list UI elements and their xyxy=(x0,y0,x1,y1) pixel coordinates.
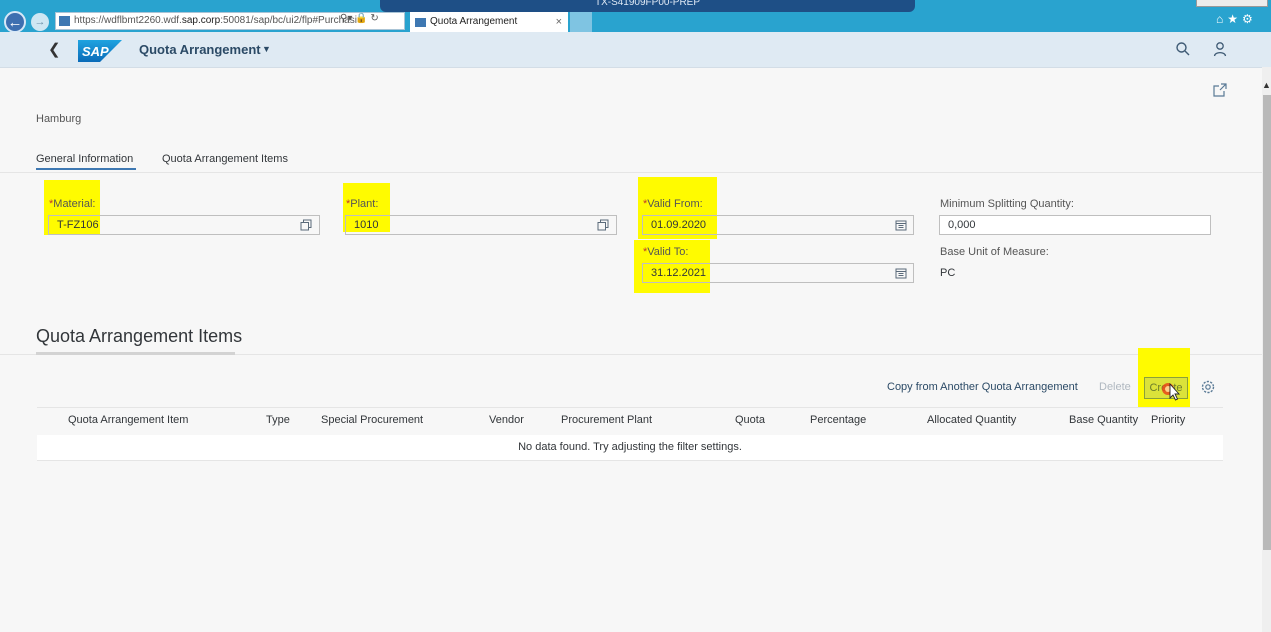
delete-button[interactable]: Delete xyxy=(1099,381,1131,393)
browser-right-icons[interactable]: ⌂★⚙ xyxy=(1216,12,1257,26)
table-settings-icon[interactable] xyxy=(1200,379,1216,395)
scroll-up-icon[interactable]: ▲ xyxy=(1262,80,1271,90)
favorites-star-icon[interactable]: ★ xyxy=(1227,12,1242,26)
tab-quota-arrangement-items[interactable]: Quota Arrangement Items xyxy=(162,153,288,165)
scrollbar-thumb[interactable] xyxy=(1263,95,1271,550)
calendar-icon[interactable] xyxy=(895,267,907,279)
column-header-quota[interactable]: Quota xyxy=(735,414,765,426)
url-domain: sap.corp xyxy=(181,15,221,26)
share-icon[interactable] xyxy=(1212,82,1228,98)
search-icon[interactable] xyxy=(1175,41,1191,57)
window-controls[interactable] xyxy=(1196,0,1268,7)
new-tab-button[interactable] xyxy=(570,12,592,32)
url-prefix: https://wdflbmt2260.wdf. xyxy=(74,15,182,26)
browser-tab-title: Quota Arrangement xyxy=(430,16,518,27)
url-suffix: :50081/sap/bc/ui2/flp#Purchasi xyxy=(220,15,357,26)
column-header-vendor[interactable]: Vendor xyxy=(489,414,524,426)
tab-favicon-icon xyxy=(415,18,426,27)
valid-to-datepicker[interactable]: 31.12.2021 xyxy=(642,263,914,283)
column-header-type[interactable]: Type xyxy=(266,414,290,426)
address-bar-icons[interactable]: ⚲▾ 🔒 ↻ xyxy=(340,13,379,24)
sap-logo-text: SAP xyxy=(82,44,109,59)
column-header-priority[interactable]: Priority xyxy=(1151,414,1185,426)
remote-session-banner: TX-S41909FP00-PREP xyxy=(380,0,915,12)
tab-close-icon[interactable]: × xyxy=(556,12,562,32)
chevron-down-icon[interactable]: ▼ xyxy=(262,44,271,54)
calendar-icon[interactable] xyxy=(895,219,907,231)
site-favicon-icon xyxy=(59,16,70,26)
valid-to-label: *Valid To: xyxy=(643,246,689,258)
section-title-underline xyxy=(36,352,235,355)
object-subtitle: Hamburg xyxy=(36,113,82,125)
valid-from-label-text: Valid From: xyxy=(647,198,703,210)
valid-to-value: 31.12.2021 xyxy=(651,267,707,279)
section-title: Quota Arrangement Items xyxy=(36,326,243,346)
column-header-quota-arrangement-item[interactable]: Quota Arrangement Item xyxy=(68,414,188,426)
plant-label: *Plant: xyxy=(346,198,379,210)
settings-gear-icon[interactable]: ⚙ xyxy=(1242,12,1257,26)
valid-from-label: *Valid From: xyxy=(643,198,703,210)
mouse-cursor-icon xyxy=(1162,382,1181,401)
material-input[interactable]: T-FZ106 xyxy=(48,215,320,235)
value-help-icon[interactable] xyxy=(300,219,312,231)
column-header-allocated-quantity[interactable]: Allocated Quantity xyxy=(927,414,1016,426)
valid-from-value: 01.09.2020 xyxy=(651,219,707,231)
browser-back-button[interactable]: ← xyxy=(4,11,26,33)
plant-input[interactable]: 1010 xyxy=(345,215,617,235)
column-header-percentage[interactable]: Percentage xyxy=(810,414,866,426)
user-icon[interactable] xyxy=(1212,41,1228,57)
column-header-base-quantity[interactable]: Base Quantity xyxy=(1069,414,1138,426)
tab-general-information[interactable]: General Information xyxy=(36,153,133,165)
browser-tab-quota-arrangement[interactable]: Quota Arrangement × xyxy=(410,12,568,32)
valid-to-label-text: Valid To: xyxy=(647,246,689,258)
material-label: *Material: xyxy=(49,198,96,210)
browser-forward-button[interactable]: → xyxy=(31,13,49,31)
search-dropdown-icon[interactable]: ⚲▾ xyxy=(340,13,352,24)
shell-back-icon[interactable]: ❮ xyxy=(48,40,61,58)
base-uom-value: PC xyxy=(940,267,956,279)
valid-from-datepicker[interactable]: 01.09.2020 xyxy=(642,215,914,235)
app-title[interactable]: Quota Arrangement xyxy=(139,42,261,57)
value-help-icon[interactable] xyxy=(597,219,609,231)
base-uom-label: Base Unit of Measure: xyxy=(940,246,1049,258)
plant-value: 1010 xyxy=(354,219,379,231)
table-no-data-message: No data found. Try adjusting the filter … xyxy=(37,435,1223,461)
column-header-special-procurement[interactable]: Special Procurement xyxy=(321,414,423,426)
min-splitting-quantity-value: 0,000 xyxy=(948,219,976,231)
min-splitting-quantity-input[interactable]: 0,000 xyxy=(939,215,1211,235)
plant-label-text: Plant: xyxy=(350,198,379,210)
material-label-text: Material: xyxy=(53,198,96,210)
min-splitting-quantity-label: Minimum Splitting Quantity: xyxy=(940,198,1074,210)
home-icon[interactable]: ⌂ xyxy=(1216,12,1227,26)
header-divider xyxy=(0,172,1262,173)
lock-icon: 🔒 xyxy=(355,13,368,24)
column-header-procurement-plant[interactable]: Procurement Plant xyxy=(561,414,652,426)
refresh-icon[interactable]: ↻ xyxy=(370,13,378,24)
material-value: T-FZ106 xyxy=(57,219,99,231)
selected-tab-indicator xyxy=(36,168,136,170)
sap-logo[interactable]: SAP xyxy=(78,40,122,62)
copy-from-another-button[interactable]: Copy from Another Quota Arrangement xyxy=(887,381,1078,393)
